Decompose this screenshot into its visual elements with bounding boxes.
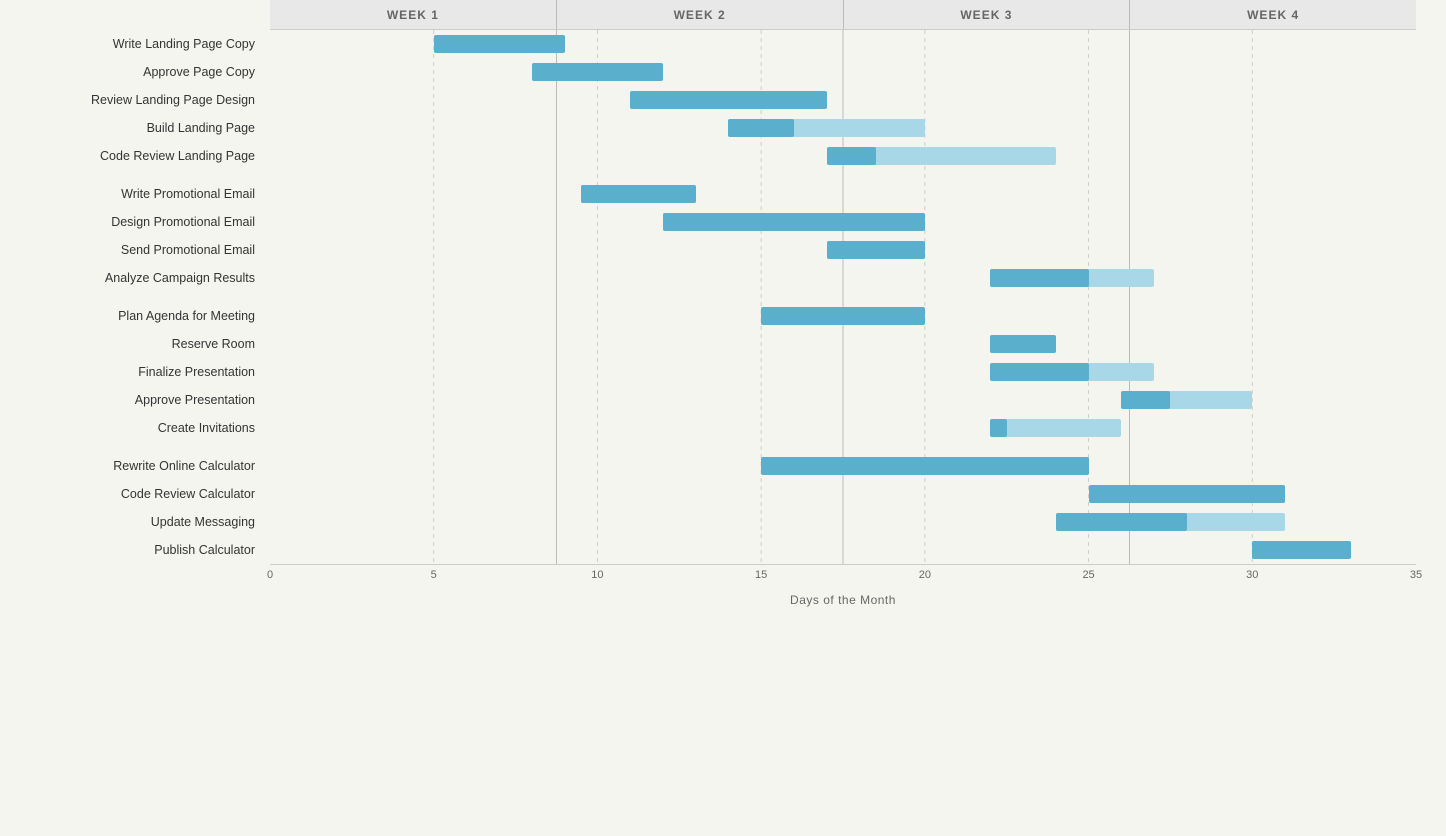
task-label: Review Landing Page Design — [0, 86, 265, 114]
task-label: Create Invitations — [0, 414, 265, 442]
task-label: Publish Calculator — [0, 536, 265, 564]
week2-header: WEEK 2 — [557, 0, 844, 29]
bar-dark — [990, 363, 1088, 381]
bar-dark — [1121, 391, 1170, 409]
task-label: Write Promotional Email — [0, 180, 265, 208]
task-row — [270, 330, 1416, 358]
week3-header: WEEK 3 — [844, 0, 1131, 29]
task-row — [270, 58, 1416, 86]
task-row — [270, 236, 1416, 264]
task-label: Approve Presentation — [0, 386, 265, 414]
x-tick-15: 15 — [755, 569, 767, 581]
x-tick-25: 25 — [1082, 569, 1094, 581]
bar-dark — [990, 335, 1055, 353]
task-labels: Write Landing Page CopyApprove Page Copy… — [0, 30, 265, 564]
x-axis-label: Days of the Month — [270, 593, 1416, 607]
bars-area — [270, 30, 1416, 564]
bar-dark — [434, 35, 565, 53]
x-tick-0: 0 — [267, 569, 273, 581]
x-tick-30: 30 — [1246, 569, 1258, 581]
bar-dark — [827, 241, 925, 259]
task-row — [270, 386, 1416, 414]
gantt-chart: WEEK 1 WEEK 2 WEEK 3 WEEK 4 Write Landin… — [0, 0, 1446, 836]
bar-dark — [1089, 485, 1285, 503]
x-tick-5: 5 — [431, 569, 437, 581]
bar-light — [990, 419, 1121, 437]
task-label: Write Landing Page Copy — [0, 30, 265, 58]
task-label: Plan Agenda for Meeting — [0, 302, 265, 330]
task-label: Rewrite Online Calculator — [0, 452, 265, 480]
task-row — [270, 414, 1416, 442]
week1-header: WEEK 1 — [270, 0, 557, 29]
x-tick-35: 35 — [1410, 569, 1422, 581]
bars-rows — [270, 30, 1416, 564]
task-row — [270, 30, 1416, 58]
bar-dark — [761, 307, 925, 325]
task-label: Code Review Landing Page — [0, 142, 265, 170]
bar-dark — [630, 91, 826, 109]
task-row — [270, 142, 1416, 170]
task-label: Code Review Calculator — [0, 480, 265, 508]
task-label: Approve Page Copy — [0, 58, 265, 86]
task-row — [270, 180, 1416, 208]
week-headers: WEEK 1 WEEK 2 WEEK 3 WEEK 4 — [270, 0, 1416, 30]
bar-dark — [581, 185, 696, 203]
task-label: Update Messaging — [0, 508, 265, 536]
x-axis: 0 5 10 15 20 25 30 35 Days of the Month — [0, 564, 1446, 607]
task-row — [270, 452, 1416, 480]
bar-dark — [1056, 513, 1187, 531]
task-row — [270, 208, 1416, 236]
x-tick-20: 20 — [919, 569, 931, 581]
task-label: Design Promotional Email — [0, 208, 265, 236]
x-tick-10: 10 — [591, 569, 603, 581]
bar-dark — [728, 119, 793, 137]
task-label: Send Promotional Email — [0, 236, 265, 264]
bar-dark — [990, 419, 1006, 437]
week4-header: WEEK 4 — [1130, 0, 1416, 29]
task-row — [270, 508, 1416, 536]
bar-dark — [827, 147, 876, 165]
task-row — [270, 358, 1416, 386]
task-label: Reserve Room — [0, 330, 265, 358]
task-row — [270, 264, 1416, 292]
bar-dark — [990, 269, 1088, 287]
task-row — [270, 86, 1416, 114]
task-row — [270, 536, 1416, 564]
task-label: Analyze Campaign Results — [0, 264, 265, 292]
task-row — [270, 302, 1416, 330]
task-label: Build Landing Page — [0, 114, 265, 142]
task-row — [270, 480, 1416, 508]
task-row — [270, 114, 1416, 142]
bar-dark — [1252, 541, 1350, 559]
bar-dark — [532, 63, 663, 81]
bar-dark — [663, 213, 925, 231]
task-label: Finalize Presentation — [0, 358, 265, 386]
bar-dark — [761, 457, 1088, 475]
